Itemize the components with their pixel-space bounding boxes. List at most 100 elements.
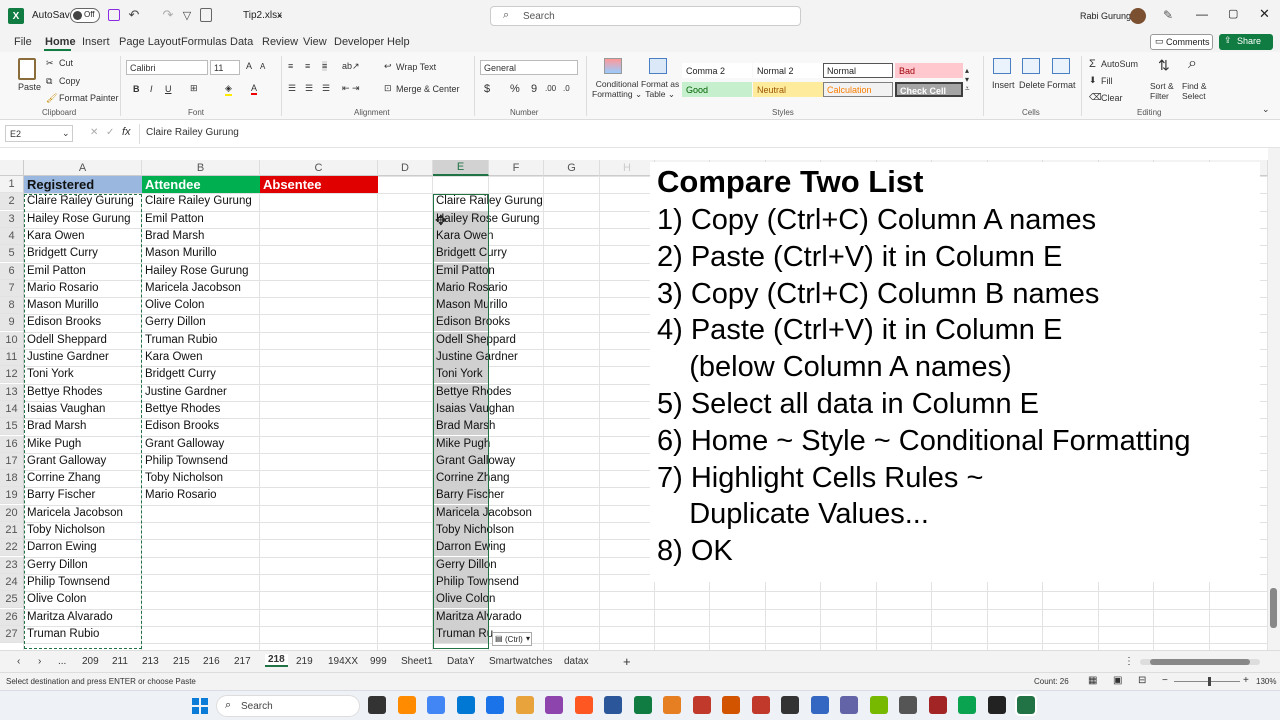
italic-icon[interactable]: I — [150, 84, 153, 94]
cell-attendee[interactable]: Claire Railey Gurung — [142, 193, 260, 210]
sheet-tab-218[interactable]: 218 — [265, 654, 288, 667]
cell-attendee[interactable]: Brad Marsh — [142, 228, 260, 245]
autosum-label[interactable]: AutoSum — [1101, 59, 1138, 69]
vertical-scrollbar[interactable] — [1268, 148, 1280, 650]
filename-chevron-icon[interactable]: ⌄ — [276, 9, 284, 20]
app-icon[interactable] — [545, 696, 563, 714]
photos-icon[interactable] — [515, 696, 534, 714]
tab-page-layout[interactable]: Page Layout — [119, 36, 181, 48]
insert-cells-icon[interactable] — [993, 58, 1011, 74]
styles-gallery-more-icon[interactable]: ▴ ▾ ⩡ — [965, 66, 970, 94]
orientation-icon[interactable]: ab↗ — [342, 61, 360, 72]
cell-compare[interactable]: Darron Ewing — [433, 539, 545, 557]
cut-label[interactable]: Cut — [59, 58, 73, 68]
cell-attendee[interactable]: Bettye Rhodes — [142, 401, 260, 418]
row-header-2[interactable]: 2 — [0, 193, 24, 211]
zoom-slider[interactable] — [1174, 677, 1240, 686]
sheet-tab-sheet1[interactable]: Sheet1 — [401, 656, 433, 667]
paste-icon[interactable] — [18, 58, 36, 80]
close-icon[interactable]: ✕ — [1259, 6, 1270, 22]
taskbar-search[interactable]: ⌕ Search — [216, 695, 360, 717]
sheet-tab-215[interactable]: 215 — [173, 656, 190, 667]
cell-attendee[interactable]: Philip Townsend — [142, 453, 260, 470]
zoom-in-icon[interactable]: + — [1243, 675, 1249, 686]
cell-compare[interactable]: Justine Gardner — [433, 349, 545, 366]
cell-registered[interactable]: Corrine Zhang — [24, 470, 142, 487]
column-header-b[interactable]: B — [142, 160, 260, 176]
align-middle-icon[interactable]: ≡ — [305, 61, 310, 71]
wrap-text-icon[interactable]: ↩ — [384, 61, 392, 72]
cell-compare[interactable]: Maricela Jacobson — [433, 504, 545, 522]
cell-attendee[interactable]: Bridgett Curry — [142, 366, 260, 383]
merge-icon[interactable]: ⊡ — [384, 83, 392, 94]
row-header-20[interactable]: 20 — [0, 504, 24, 522]
row-header-6[interactable]: 6 — [0, 262, 24, 280]
cell-registered[interactable]: Isaias Vaughan — [24, 401, 142, 418]
align-top-icon[interactable]: ≡ — [288, 61, 293, 71]
tab-home[interactable]: Home — [45, 36, 76, 48]
find-select-label[interactable]: Find & Select — [1182, 81, 1216, 101]
indent-icon[interactable]: ⇤ ⇥ — [342, 83, 360, 94]
row-header-18[interactable]: 18 — [0, 470, 24, 488]
cell-compare[interactable]: Philip Townsend — [433, 573, 545, 591]
filezilla-icon[interactable] — [574, 696, 593, 714]
format-as-table-icon[interactable] — [649, 58, 667, 74]
header-registered[interactable]: Registered — [24, 176, 142, 193]
cell-registered[interactable]: Brad Marsh — [24, 418, 142, 435]
cell-compare[interactable]: Corrine Zhang — [433, 470, 545, 488]
sheet-options-icon[interactable]: ⋮ — [1124, 656, 1134, 667]
cell-attendee[interactable]: Mason Murillo — [142, 245, 260, 262]
style-calculation[interactable]: Calculation — [823, 82, 893, 97]
cell-compare[interactable]: Mason Murillo — [433, 297, 545, 315]
edge-icon[interactable] — [456, 696, 475, 714]
row-header-27[interactable]: 27 — [0, 625, 24, 643]
cell-attendee[interactable]: Edison Brooks — [142, 418, 260, 435]
save-icon[interactable] — [108, 9, 120, 21]
row-header-15[interactable]: 15 — [0, 418, 24, 436]
row-header-26[interactable]: 26 — [0, 608, 24, 626]
cell-registered[interactable]: Toni York — [24, 366, 142, 383]
cell-compare[interactable]: Odell Sheppard — [433, 331, 545, 349]
sort-filter-label[interactable]: Sort & Filter — [1150, 81, 1184, 101]
teams-icon[interactable] — [869, 696, 888, 714]
cell-registered[interactable]: Bettye Rhodes — [24, 384, 142, 401]
clear-icon[interactable]: ⌫ — [1089, 92, 1102, 103]
sheet-tab-more[interactable]: ... — [58, 656, 66, 667]
cut-icon[interactable]: ✂ — [46, 58, 54, 69]
cell-registered[interactable]: Kara Owen — [24, 228, 142, 245]
conditional-formatting-label[interactable]: Conditional Formatting ⌄ — [592, 79, 642, 99]
horizontal-scrollbar[interactable] — [1140, 659, 1260, 665]
align-right-icon[interactable]: ☰ — [322, 83, 330, 94]
share-button[interactable]: ⇪ Share — [1219, 34, 1273, 50]
underline-icon[interactable]: U — [165, 84, 172, 94]
cell-registered[interactable]: Grant Galloway — [24, 453, 142, 470]
border-icon[interactable]: ⊞ — [190, 83, 198, 94]
cell-registered[interactable]: Emil Patton — [24, 263, 142, 280]
decrease-decimal-icon[interactable]: .0 — [563, 84, 570, 93]
prev-sheet-icon[interactable]: ‹ — [17, 656, 20, 667]
cell-registered[interactable]: Truman Rubio — [24, 626, 142, 643]
fill-label[interactable]: Fill — [1101, 76, 1113, 86]
cell-attendee[interactable]: Gerry Dillon — [142, 314, 260, 331]
app-icon[interactable] — [663, 696, 681, 714]
row-header-4[interactable]: 4 — [0, 227, 24, 245]
font-name-select[interactable]: Calibri — [126, 60, 208, 75]
cell-registered[interactable]: Odell Sheppard — [24, 332, 142, 349]
copy-label[interactable]: Copy — [59, 76, 80, 86]
cell-compare[interactable]: Kara Owen — [433, 227, 545, 245]
youtube-icon[interactable] — [751, 696, 770, 714]
cell-compare[interactable]: Bettye Rhodes — [433, 383, 545, 401]
vscode-icon[interactable] — [633, 696, 652, 714]
header-absentee[interactable]: Absentee — [260, 176, 378, 193]
autosave-toggle[interactable]: Off — [70, 8, 100, 23]
column-header-a[interactable]: A — [24, 160, 142, 176]
minimize-icon[interactable]: — — [1196, 7, 1208, 21]
nvidia-icon[interactable] — [899, 696, 917, 714]
row-header-16[interactable]: 16 — [0, 435, 24, 453]
cell-compare[interactable]: Toby Nicholson — [433, 522, 545, 539]
row-header-23[interactable]: 23 — [0, 556, 24, 574]
style-neutral[interactable]: Neutral — [753, 82, 823, 97]
user-name[interactable]: Rabi Gurung — [1080, 11, 1131, 21]
formula-input[interactable]: Claire Railey Gurung — [146, 127, 239, 138]
align-bottom-icon[interactable]: ≡ — [322, 61, 328, 71]
